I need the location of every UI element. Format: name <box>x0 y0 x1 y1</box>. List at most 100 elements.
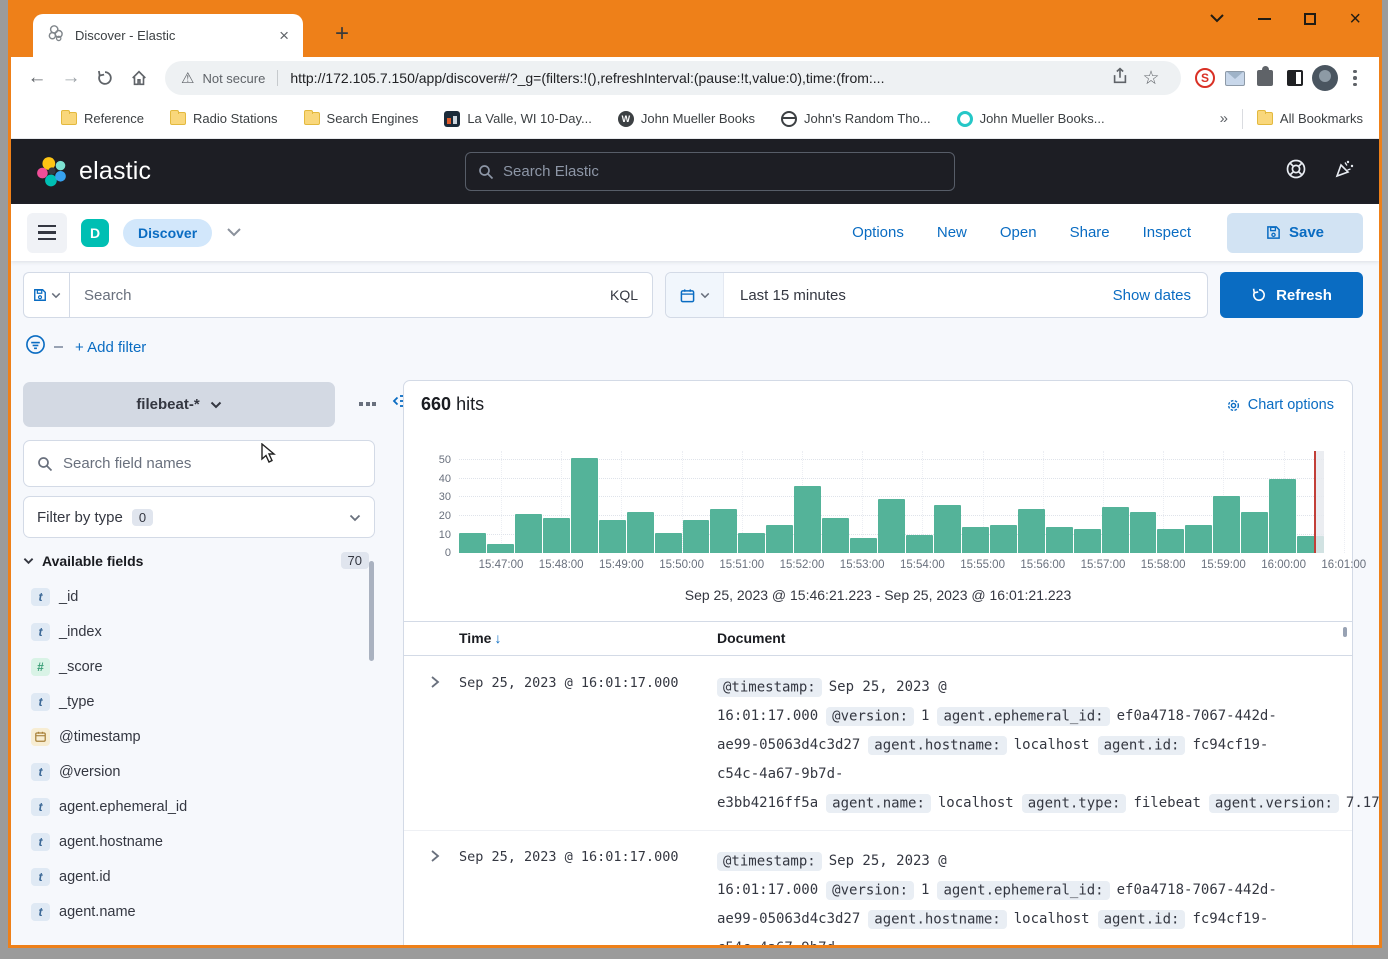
bookmark-item[interactable]: Reference <box>61 111 144 126</box>
toolbar-menu-inspect[interactable]: Inspect <box>1143 224 1191 241</box>
toolbar-menu-open[interactable]: Open <box>1000 224 1037 241</box>
field-settings-icon[interactable] <box>359 402 376 406</box>
histogram-chart[interactable]: 01020304050 15:47:0015:48:0015:49:0015:5… <box>459 451 1324 553</box>
extension-sidebar-icon[interactable] <box>1281 64 1309 92</box>
field-item[interactable]: t_id <box>23 579 363 614</box>
home-button[interactable] <box>123 62 155 94</box>
forward-button[interactable]: → <box>55 62 87 94</box>
breadcrumb-chevron-icon[interactable] <box>226 224 242 242</box>
document-column-header[interactable]: Document <box>717 630 785 646</box>
whats-new-icon[interactable] <box>1333 158 1355 185</box>
field-item[interactable]: @timestamp <box>23 719 363 754</box>
histogram-bar[interactable] <box>599 520 626 553</box>
show-dates-button[interactable]: Show dates <box>1097 287 1207 304</box>
histogram-bar[interactable] <box>1185 525 1212 553</box>
toolbar-menu-share[interactable]: Share <box>1070 224 1110 241</box>
histogram-bar[interactable] <box>683 520 710 553</box>
field-search-input[interactable]: Search field names <box>23 440 375 487</box>
browser-menu-icon[interactable] <box>1341 64 1369 92</box>
menu-hamburger-icon[interactable] <box>27 213 67 253</box>
extension-puzzle-icon[interactable] <box>1251 64 1279 92</box>
chart-options-button[interactable]: Chart options <box>1226 397 1334 413</box>
histogram-bar[interactable] <box>878 499 905 553</box>
date-picker-menu-button[interactable] <box>666 273 724 317</box>
url-bar[interactable]: ⚠ Not secure http://172.105.7.150/app/di… <box>165 61 1181 95</box>
bookmark-item[interactable]: John Mueller Books... <box>957 111 1105 127</box>
field-item[interactable]: tagent.id <box>23 859 363 894</box>
field-item[interactable]: t_type <box>23 684 363 719</box>
histogram-bar[interactable] <box>1018 509 1045 554</box>
histogram-bar[interactable] <box>1269 479 1296 553</box>
histogram-bar[interactable] <box>1074 529 1101 553</box>
histogram-bar[interactable] <box>487 544 514 553</box>
window-chevron-icon[interactable] <box>1209 10 1225 28</box>
all-bookmarks-button[interactable]: All Bookmarks <box>1257 111 1363 126</box>
field-item[interactable]: #_score <box>23 649 363 684</box>
tab-close-icon[interactable]: × <box>275 26 293 46</box>
bookmark-item[interactable]: La Valle, WI 10-Day... <box>444 111 592 127</box>
new-tab-button[interactable]: + <box>335 20 349 48</box>
saved-query-menu-button[interactable] <box>23 272 69 318</box>
histogram-bar[interactable] <box>934 505 961 553</box>
field-item[interactable]: tagent.hostname <box>23 824 363 859</box>
index-pattern-selector[interactable]: filebeat-* <box>23 382 335 427</box>
histogram-bar[interactable] <box>1213 496 1240 554</box>
histogram-bar[interactable] <box>1130 512 1157 553</box>
document-row[interactable]: Sep 25, 2023 @ 16:01:17.000 @timestamp:S… <box>404 657 1352 831</box>
histogram-bar[interactable] <box>962 527 989 553</box>
toolbar-menu-new[interactable]: New <box>937 224 967 241</box>
field-item[interactable]: tagent.ephemeral_id <box>23 789 363 824</box>
histogram-bar[interactable] <box>627 512 654 553</box>
histogram-bar[interactable] <box>906 535 933 554</box>
bookmark-item[interactable]: WJohn Mueller Books <box>618 111 755 127</box>
sidebar-scrollbar[interactable] <box>369 561 374 661</box>
field-item[interactable]: t_index <box>23 614 363 649</box>
expand-row-icon[interactable] <box>430 849 440 868</box>
bookmark-star-icon[interactable]: ☆ <box>1137 64 1165 92</box>
field-item[interactable]: t@version <box>23 754 363 789</box>
filter-menu-icon[interactable] <box>25 334 46 360</box>
histogram-bar[interactable] <box>1157 529 1184 553</box>
documents-scrollbar[interactable] <box>1343 627 1347 637</box>
window-maximize-button[interactable] <box>1304 13 1316 25</box>
space-badge[interactable]: D <box>81 219 109 247</box>
bookmark-item[interactable]: Search Engines <box>304 111 419 126</box>
available-fields-header[interactable]: Available fields 70 <box>23 552 369 569</box>
browser-tab[interactable]: Discover - Elastic × <box>33 14 303 57</box>
histogram-bar[interactable] <box>1046 527 1073 553</box>
histogram-bar[interactable] <box>655 533 682 553</box>
histogram-bar[interactable] <box>543 518 570 553</box>
histogram-bar[interactable] <box>738 533 765 553</box>
histogram-bar[interactable] <box>990 525 1017 553</box>
histogram-bar[interactable] <box>794 486 821 553</box>
reload-button[interactable] <box>89 62 121 94</box>
share-icon[interactable] <box>1111 67 1129 90</box>
bookmark-item[interactable]: Radio Stations <box>170 111 278 126</box>
expand-row-icon[interactable] <box>430 675 440 694</box>
help-lifebuoy-icon[interactable] <box>1285 158 1307 185</box>
extension-mail-icon[interactable] <box>1221 64 1249 92</box>
histogram-bar[interactable] <box>459 533 486 553</box>
toolbar-menu-options[interactable]: Options <box>852 224 904 241</box>
window-minimize-button[interactable] <box>1258 18 1271 20</box>
query-search-input[interactable]: Search KQL <box>69 272 653 318</box>
bookmark-item[interactable]: John's Random Tho... <box>781 111 931 127</box>
histogram-bar[interactable] <box>1102 507 1129 553</box>
time-column-header[interactable]: Time↓ <box>459 630 501 646</box>
kql-language-button[interactable]: KQL <box>610 287 638 303</box>
filter-by-type-dropdown[interactable]: Filter by type 0 <box>23 496 375 538</box>
histogram-bar[interactable] <box>822 518 849 553</box>
histogram-bar[interactable] <box>571 458 598 553</box>
elastic-search-input[interactable]: Search Elastic <box>465 152 955 191</box>
profile-avatar[interactable] <box>1311 64 1339 92</box>
add-filter-button[interactable]: + Add filter <box>75 339 146 356</box>
refresh-button[interactable]: Refresh <box>1220 272 1363 318</box>
histogram-bar[interactable] <box>515 514 542 553</box>
bookmarks-overflow-icon[interactable]: » <box>1220 110 1228 127</box>
document-row[interactable]: Sep 25, 2023 @ 16:01:17.000 @timestamp:S… <box>404 831 1352 948</box>
histogram-bar[interactable] <box>1241 512 1268 553</box>
histogram-bar[interactable] <box>710 509 737 554</box>
time-range-value[interactable]: Last 15 minutes <box>724 287 1097 304</box>
elastic-logo[interactable]: elastic <box>35 155 151 189</box>
histogram-bar[interactable] <box>850 538 877 553</box>
